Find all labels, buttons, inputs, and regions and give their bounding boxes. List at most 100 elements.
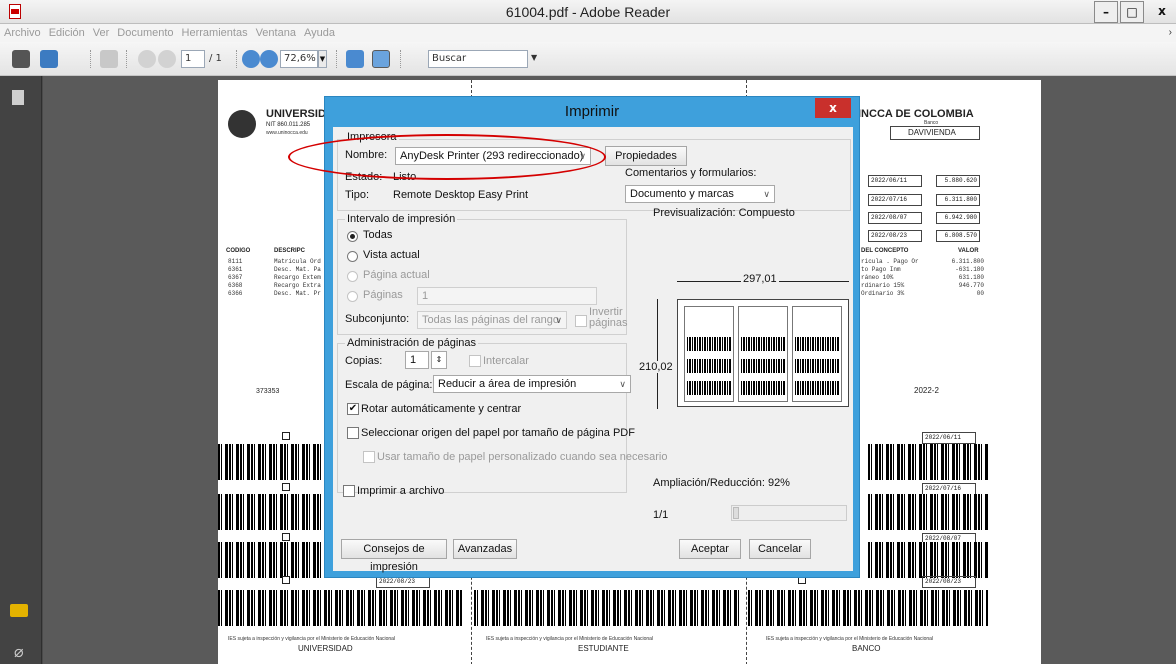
barcode bbox=[218, 444, 328, 480]
concept-header: DEL CONCEPTO bbox=[861, 248, 909, 254]
due-date-1: 2022/06/11 bbox=[868, 175, 922, 187]
barcode bbox=[748, 590, 988, 626]
previous-page-icon[interactable] bbox=[138, 50, 156, 68]
copies-input[interactable]: 1 bbox=[405, 351, 429, 369]
paper-source-label: Seleccionar origen del papel por tamaño … bbox=[361, 427, 635, 439]
close-window-button[interactable]: x bbox=[1148, 1, 1176, 23]
zoom-in-icon[interactable] bbox=[260, 50, 278, 68]
page-number-input[interactable]: 1 bbox=[181, 50, 205, 68]
range-pages-label: Páginas bbox=[363, 289, 403, 301]
stub-date-4: 2022/08/23 bbox=[922, 576, 976, 588]
print-to-file-checkbox[interactable] bbox=[343, 485, 355, 497]
collate-checkbox[interactable] bbox=[469, 355, 481, 367]
attachments-icon[interactable]: ⌀ bbox=[14, 642, 24, 661]
cancel-button[interactable]: Cancelar bbox=[749, 539, 811, 559]
copies-spinner[interactable]: ⇕ bbox=[431, 351, 447, 369]
range-current-page-label: Página actual bbox=[363, 269, 430, 281]
university-web: www.uninocca.edu bbox=[266, 130, 308, 136]
maximize-button[interactable]: □ bbox=[1120, 1, 1144, 23]
advanced-button[interactable]: Avanzadas bbox=[453, 539, 517, 559]
height-dimension-line bbox=[657, 299, 658, 409]
dialog-close-button[interactable]: x bbox=[815, 98, 851, 118]
print-range-label: Intervalo de impresión bbox=[345, 213, 458, 225]
left-codes: 8111 6361 6367 6368 6366 bbox=[228, 258, 243, 297]
printer-highlight-annotation bbox=[288, 134, 606, 180]
barcode bbox=[218, 590, 463, 626]
footer-note-left: IES sujeta a inspección y vigilancia por… bbox=[228, 636, 396, 642]
zoom-label: Ampliación/Reducción: 92% bbox=[653, 477, 790, 489]
stub-checkbox bbox=[282, 576, 290, 584]
page-management-label: Administración de páginas bbox=[345, 337, 479, 349]
previous-view-icon[interactable] bbox=[100, 50, 118, 68]
search-dropdown-icon[interactable]: ▼ bbox=[531, 53, 537, 62]
chevron-down-icon: ∨ bbox=[619, 379, 626, 389]
minimize-button[interactable]: – bbox=[1094, 1, 1118, 23]
menu-ayuda[interactable]: Ayuda bbox=[304, 27, 335, 39]
custom-paper-label: Usar tamaño de papel personalizado cuand… bbox=[377, 451, 668, 463]
pages-input[interactable]: 1 bbox=[417, 287, 597, 305]
page-thumbnails-icon[interactable] bbox=[12, 90, 24, 105]
preview-width: 297,01 bbox=[741, 273, 779, 285]
preview-thumbnail bbox=[677, 299, 849, 407]
stub-checkbox bbox=[282, 483, 290, 491]
menu-archivo[interactable]: Archivo bbox=[4, 27, 41, 39]
comments-label: Comentarios y formularios: bbox=[625, 167, 757, 179]
print-to-file-label: Imprimir a archivo bbox=[357, 485, 445, 497]
toolbar: 1 / 1 72,6% ▼ Buscar ▼ bbox=[0, 42, 1176, 76]
menu-ver[interactable]: Ver bbox=[93, 27, 110, 39]
accept-button[interactable]: Aceptar bbox=[679, 539, 741, 559]
stub-checkbox bbox=[282, 533, 290, 541]
due-total-1: 5.880.620 bbox=[936, 175, 980, 187]
auto-rotate-checkbox[interactable]: ✔ bbox=[347, 403, 359, 415]
custom-paper-checkbox[interactable] bbox=[363, 451, 375, 463]
print-tips-button[interactable]: Consejos de impresión bbox=[341, 539, 447, 573]
subset-select[interactable]: Todas las páginas del rango ∨ bbox=[417, 311, 567, 329]
left-header-desc: DESCRIPC bbox=[274, 248, 306, 254]
menu-ventana[interactable]: Ventana bbox=[256, 27, 296, 39]
right-concepts: ricula . Pago Or to Pago Inm ráneo 10% rdin… bbox=[861, 258, 919, 297]
slider-thumb[interactable] bbox=[733, 507, 739, 519]
range-current-view-radio[interactable] bbox=[347, 251, 358, 262]
next-page-icon[interactable] bbox=[158, 50, 176, 68]
scale-select[interactable]: Reducir a área de impresión ∨ bbox=[433, 375, 631, 393]
range-current-page-radio[interactable] bbox=[347, 271, 358, 282]
share-icon[interactable] bbox=[40, 50, 58, 68]
menu-herramientas[interactable]: Herramientas bbox=[182, 27, 248, 39]
search-input[interactable]: Buscar bbox=[428, 50, 528, 68]
barcode bbox=[218, 542, 328, 578]
preview-height: 210,02 bbox=[639, 361, 673, 373]
university-nit: NIT 860.011.285 bbox=[266, 122, 311, 128]
toolbar-separator bbox=[236, 50, 237, 68]
zoom-dropdown-icon[interactable]: ▼ bbox=[318, 50, 327, 68]
copies-label: Copias: bbox=[345, 355, 383, 367]
invert-pages-checkbox[interactable] bbox=[575, 315, 587, 327]
fit-page-icon[interactable] bbox=[372, 50, 390, 68]
range-all-radio[interactable] bbox=[347, 231, 358, 242]
scale-label: Escala de página: bbox=[345, 379, 433, 391]
chevron-down-icon: ∨ bbox=[763, 189, 770, 199]
menu-edicion[interactable]: Edición bbox=[49, 27, 85, 39]
paper-source-checkbox[interactable] bbox=[347, 427, 359, 439]
menu-documento[interactable]: Documento bbox=[117, 27, 173, 39]
student-code: 373353 bbox=[256, 388, 280, 395]
properties-button[interactable]: Propiedades bbox=[605, 146, 687, 166]
due-date-3: 2022/08/07 bbox=[868, 212, 922, 224]
navigation-pane: ⌀ bbox=[0, 76, 42, 664]
barcode bbox=[218, 494, 328, 530]
print-icon[interactable] bbox=[12, 50, 30, 68]
invert-pages-label: Invertir páginas bbox=[589, 306, 628, 329]
zoom-input[interactable]: 72,6% bbox=[280, 50, 318, 68]
stub-date-1: 2022/06/11 bbox=[922, 432, 976, 444]
range-pages-radio[interactable] bbox=[347, 291, 358, 302]
fit-width-icon[interactable] bbox=[346, 50, 364, 68]
toolbar-separator bbox=[90, 50, 91, 68]
page-slider[interactable] bbox=[731, 505, 847, 521]
type-value: Remote Desktop Easy Print bbox=[393, 189, 529, 201]
comments-icon[interactable] bbox=[10, 604, 28, 617]
preview-page bbox=[792, 306, 842, 402]
due-date-4: 2022/08/23 bbox=[868, 230, 922, 242]
zoom-out-icon[interactable] bbox=[242, 50, 260, 68]
menu-overflow-icon[interactable]: › bbox=[1169, 27, 1172, 38]
comments-select[interactable]: Documento y marcas ∨ bbox=[625, 185, 775, 203]
dialog-body: Impresora Nombre: AnyDesk Printer (293 r… bbox=[333, 127, 853, 573]
